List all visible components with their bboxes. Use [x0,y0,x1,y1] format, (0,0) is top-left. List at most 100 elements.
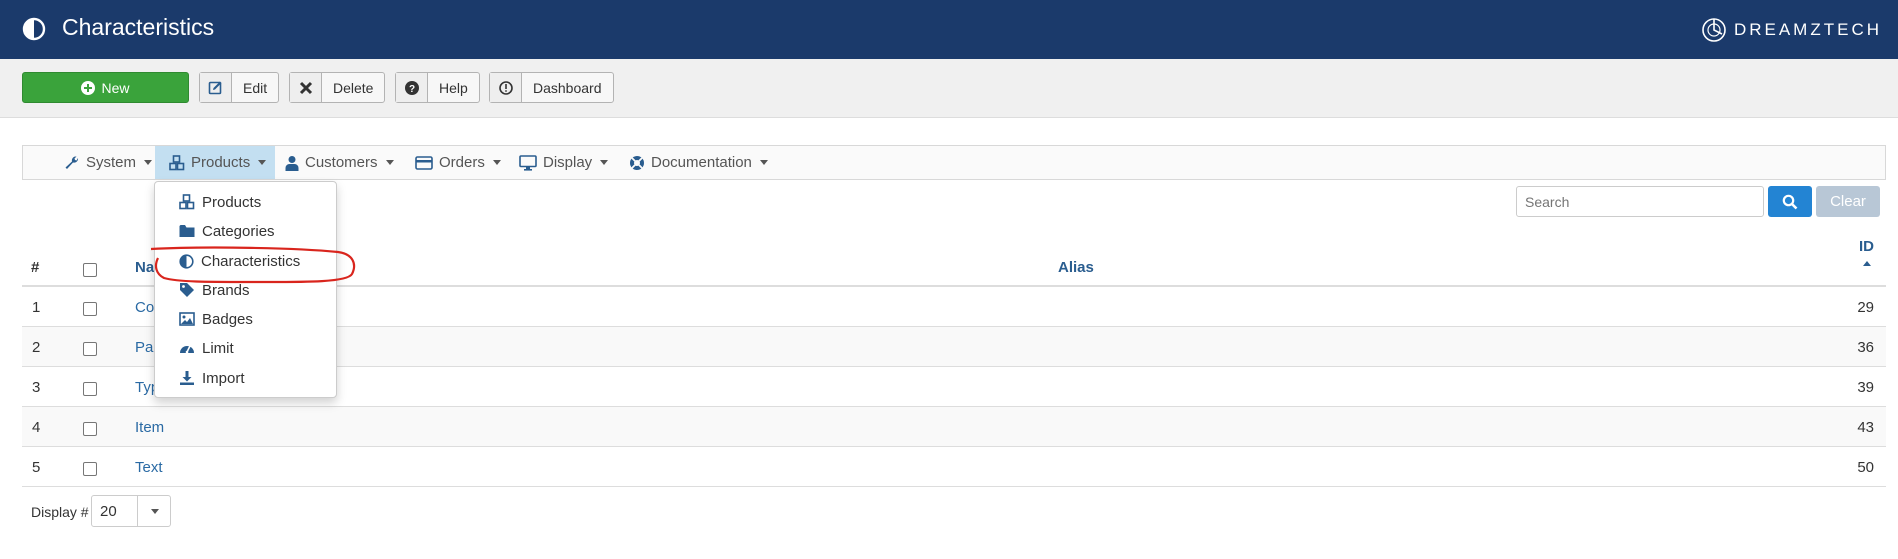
chevron-down-icon [258,160,267,165]
search-icon [1782,194,1798,209]
edit-button[interactable]: Edit [199,72,280,103]
contrast-icon [179,253,194,269]
column-header-name[interactable]: Na [135,259,154,276]
user-icon [285,155,299,171]
column-header-id-label: ID [1859,238,1874,255]
chevron-down-icon [600,160,609,165]
row-name-link[interactable]: Co [135,299,154,316]
nav-item-label: Display [543,154,593,171]
row-name-link[interactable]: Pa [135,339,153,356]
nav-item-system[interactable]: System [58,146,158,179]
dashboard-button[interactable]: Dashboard [489,72,614,103]
nav-item-label: Orders [439,154,485,171]
dropdown-item-products[interactable]: Products [179,191,261,213]
nav-item-customers[interactable]: Customers [285,146,394,179]
row-checkbox[interactable] [83,342,97,356]
dropdown-item-label: Brands [202,281,250,299]
app-header: Characteristics DREAMZTECH [0,0,1898,59]
dropdown-item-label: Limit [202,339,234,357]
row-checkbox[interactable] [83,302,97,316]
table-row: 5 Text 50 [22,447,1886,487]
clear-button[interactable]: Clear [1816,186,1880,217]
row-number: 2 [32,339,41,356]
wrench-icon [65,155,79,169]
info-circle-icon [490,73,522,102]
dropdown-item-limit[interactable]: Limit [179,337,234,359]
dropdown-item-label: Categories [202,222,275,240]
chevron-down-icon [759,160,768,165]
dropdown-item-characteristics[interactable]: Characteristics [179,250,300,272]
dropdown-item-import[interactable]: Import [179,367,245,389]
plus-circle-icon [81,80,96,95]
row-number: 1 [32,299,41,316]
products-dropdown-menu: Products Categories Characteristics Bran… [154,181,337,398]
row-id: 50 [1857,459,1874,476]
row-number: 3 [32,379,41,396]
life-ring-icon [630,155,644,170]
main-navbar: System Products Customers Orders Display… [22,145,1886,180]
select-all-checkbox[interactable] [83,263,97,277]
nav-item-label: System [86,154,137,171]
edit-button-label: Edit [243,79,268,96]
delete-button-label: Delete [333,79,374,96]
help-button[interactable]: ? Help [395,72,480,103]
delete-button[interactable]: Delete [289,72,386,103]
cubes-icon [179,194,195,210]
column-header-num: # [31,259,40,276]
row-id: 29 [1857,299,1874,316]
nav-item-orders[interactable]: Orders [415,146,501,179]
help-button-label: Help [439,79,468,96]
tag-icon [180,283,194,297]
brand-logo: DREAMZTECH [1700,15,1882,45]
edit-icon [200,73,232,102]
row-number: 4 [32,419,41,436]
table-row: 4 Item 43 [22,407,1886,447]
row-id: 36 [1857,339,1874,356]
nav-item-display[interactable]: Display [519,146,609,179]
row-name-link[interactable]: Text [135,459,163,476]
nav-item-label: Documentation [651,154,752,171]
monitor-icon [519,154,537,171]
display-count-value: 20 [92,496,138,526]
credit-card-icon [415,155,433,170]
chevron-down-icon [492,160,501,165]
folder-icon [179,225,195,237]
nav-item-products[interactable]: Products [155,146,275,179]
row-id: 43 [1857,419,1874,436]
display-count-select[interactable]: 20 [91,495,171,527]
toolbar: New Edit Delete ? Help Dashboard [0,59,1898,118]
row-id: 39 [1857,379,1874,396]
column-header-alias[interactable]: Alias [1058,259,1094,276]
svg-text:?: ? [408,84,414,95]
row-checkbox[interactable] [83,382,97,396]
row-checkbox[interactable] [83,422,97,436]
nav-item-label: Customers [305,154,378,171]
dropdown-item-brands[interactable]: Brands [179,279,250,301]
dreamztech-logo-icon [1702,18,1726,42]
chevron-down-icon [138,496,170,526]
dropdown-item-badges[interactable]: Badges [179,308,253,330]
dropdown-item-categories[interactable]: Categories [179,220,275,242]
search-button[interactable] [1768,186,1812,217]
dashboard-button-label: Dashboard [533,79,602,96]
dropdown-item-label: Products [202,193,262,211]
gauge-icon [180,345,194,354]
row-number: 5 [32,459,41,476]
column-header-id[interactable]: ID [1859,238,1874,266]
dropdown-item-label: Badges [202,310,253,328]
nav-item-documentation[interactable]: Documentation [629,146,768,179]
new-button[interactable]: New [22,72,189,103]
page-title: Characteristics [62,14,215,40]
download-icon [180,371,194,385]
contrast-icon [22,17,46,41]
chevron-down-icon [144,160,153,165]
chevron-down-icon [385,160,394,165]
image-icon [179,312,195,326]
search-input[interactable] [1516,186,1764,217]
nav-item-label: Products [191,154,251,171]
dropdown-item-label: Import [202,369,245,387]
display-count-label: Display # [31,504,89,520]
row-checkbox[interactable] [83,462,97,476]
dropdown-item-label: Characteristics [201,252,301,270]
row-name-link[interactable]: Item [135,419,164,436]
